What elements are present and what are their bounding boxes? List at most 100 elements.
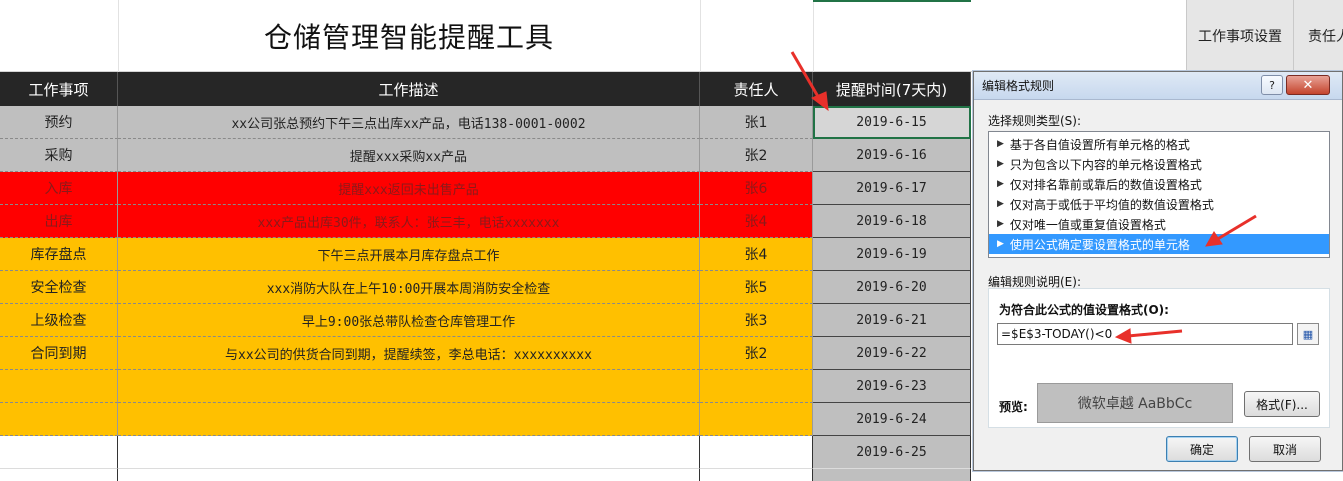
- table-row: 2019-6-24: [0, 403, 971, 436]
- cell-description[interactable]: [118, 370, 700, 403]
- cell-item[interactable]: 出库: [0, 205, 118, 238]
- cell-date[interactable]: 2019-6-25: [813, 436, 971, 469]
- preview-label: 预览:: [999, 400, 1028, 414]
- cell-description[interactable]: 下午三点开展本月库存盘点工作: [118, 238, 700, 271]
- triangle-right-icon: ▶: [997, 239, 1004, 249]
- preview-box: 微软卓越 AaBbCc: [1037, 383, 1233, 423]
- selected-column-indicator: [813, 0, 971, 2]
- cell-date[interactable]: 2019-6-22: [813, 337, 971, 370]
- cell-item[interactable]: [0, 436, 118, 469]
- cell-item[interactable]: 合同到期: [0, 337, 118, 370]
- cell-owner[interactable]: [700, 436, 813, 469]
- rule-type-label: 基于各自值设置所有单元格的格式: [1009, 137, 1190, 152]
- cell-date[interactable]: 2019-6-19: [813, 238, 971, 271]
- table-row: 预约 xx公司张总预约下午三点出库xx产品，电话138-0001-0002 张1 20…: [0, 106, 971, 139]
- cell-item[interactable]: [0, 403, 118, 436]
- rule-type-label: 仅对唯一值或重复值设置格式: [1009, 217, 1166, 232]
- cell-date[interactable]: 2019-6-18: [813, 205, 971, 238]
- cell-date[interactable]: 2019-6-24: [813, 403, 971, 436]
- cell-description[interactable]: [118, 403, 700, 436]
- cell-description[interactable]: [118, 436, 700, 469]
- ok-button[interactable]: 确定: [1166, 436, 1238, 462]
- cell-owner[interactable]: 张2: [700, 139, 813, 172]
- rule-type-item[interactable]: ▶ 只为包含以下内容的单元格设置格式: [989, 154, 1329, 174]
- cancel-button[interactable]: 取消: [1249, 436, 1321, 462]
- cell-owner[interactable]: [700, 370, 813, 403]
- range-select-icon[interactable]: ▦: [1297, 323, 1319, 345]
- rule-type-item[interactable]: ▶ 基于各自值设置所有单元格的格式: [989, 134, 1329, 154]
- sheet-title[interactable]: 仓储管理智能提醒工具: [118, 0, 700, 72]
- side-header-task-settings[interactable]: 工作事项设置: [1186, 0, 1293, 72]
- cell-item[interactable]: 上级检查: [0, 304, 118, 337]
- cell-description[interactable]: [118, 469, 700, 481]
- table-row: 上级检查 早上9:00张总带队检查仓库管理工作 张3 2019-6-21: [0, 304, 971, 337]
- formula-label: 为符合此公式的值设置格式(O):: [999, 303, 1169, 317]
- rule-type-label: 仅对排名靠前或靠后的数值设置格式: [1009, 177, 1202, 192]
- table-header: 工作事项 工作描述 责任人 提醒时间(7天内): [0, 72, 971, 106]
- cell-date[interactable]: 2019-6-20: [813, 271, 971, 304]
- cell-item[interactable]: [0, 370, 118, 403]
- cell-owner[interactable]: 张2: [700, 337, 813, 370]
- cell-description[interactable]: 与xx公司的供货合同到期，提醒续签，李总电话：xxxxxxxxxx: [118, 337, 700, 370]
- triangle-right-icon: ▶: [997, 219, 1004, 229]
- cell-description[interactable]: xxx产品出库30件，联系人：张三丰，电话xxxxxxx: [118, 205, 700, 238]
- header-item[interactable]: 工作事项: [0, 72, 118, 106]
- cell-item[interactable]: 安全检查: [0, 271, 118, 304]
- cell-item[interactable]: 采购: [0, 139, 118, 172]
- edit-format-rule-dialog: 编辑格式规则 ? ✕ 选择规则类型(S): ▶ 基于各自值设置所有单元格的格式 ▶ 只…: [973, 71, 1343, 471]
- rule-type-label: 仅对高于或低于平均值的数值设置格式: [1009, 197, 1214, 212]
- cell-description[interactable]: xx公司张总预约下午三点出库xx产品，电话138-0001-0002: [118, 106, 700, 139]
- rule-type-list[interactable]: ▶ 基于各自值设置所有单元格的格式 ▶ 只为包含以下内容的单元格设置格式 ▶ 仅对排名靠前…: [988, 131, 1330, 258]
- cell-description[interactable]: 早上9:00张总带队检查仓库管理工作: [118, 304, 700, 337]
- formula-input[interactable]: =$E$3-TODAY()<0: [997, 323, 1293, 345]
- header-reminder-date[interactable]: 提醒时间(7天内): [813, 72, 971, 106]
- dialog-title: 编辑格式规则: [982, 79, 1055, 93]
- cell-description[interactable]: 提醒xxx采购xx产品: [118, 139, 700, 172]
- triangle-right-icon: ▶: [997, 139, 1004, 149]
- triangle-right-icon: ▶: [997, 199, 1004, 209]
- table-body: 预约 xx公司张总预约下午三点出库xx产品，电话138-0001-0002 张1 20…: [0, 106, 971, 481]
- close-button[interactable]: ✕: [1286, 75, 1330, 95]
- cell-description[interactable]: xxx消防大队在上午10:00开展本周消防安全检查: [118, 271, 700, 304]
- cell-owner[interactable]: [700, 403, 813, 436]
- table-row: 库存盘点 下午三点开展本月库存盘点工作 张4 2019-6-19: [0, 238, 971, 271]
- rule-description-panel: 为符合此公式的值设置格式(O): =$E$3-TODAY()<0 ▦ 预览: 微…: [988, 288, 1330, 428]
- header-description[interactable]: 工作描述: [118, 72, 700, 106]
- rule-type-item[interactable]: ▶ 仅对排名靠前或靠后的数值设置格式: [989, 174, 1329, 194]
- cell-item[interactable]: [0, 469, 118, 481]
- title-row: 仓储管理智能提醒工具: [0, 0, 972, 72]
- table-row: [0, 469, 971, 481]
- side-header-owner[interactable]: 责任人: [1293, 0, 1343, 72]
- cell-date[interactable]: 2019-6-17: [813, 172, 971, 205]
- format-button[interactable]: 格式(F)...: [1244, 391, 1320, 417]
- cell-owner[interactable]: 张3: [700, 304, 813, 337]
- cell-item[interactable]: 库存盘点: [0, 238, 118, 271]
- table-row: 2019-6-23: [0, 370, 971, 403]
- cell-owner[interactable]: [700, 469, 813, 481]
- cell-date[interactable]: 2019-6-21: [813, 304, 971, 337]
- rule-type-item[interactable]: ▶ 仅对唯一值或重复值设置格式: [989, 214, 1329, 234]
- cell-owner[interactable]: 张4: [700, 205, 813, 238]
- cell-owner[interactable]: 张6: [700, 172, 813, 205]
- cell-description[interactable]: 提醒xxx返回未出售产品: [118, 172, 700, 205]
- cell-item[interactable]: 预约: [0, 106, 118, 139]
- cell-date[interactable]: 2019-6-16: [813, 139, 971, 172]
- cell-owner[interactable]: 张1: [700, 106, 813, 139]
- cell-date[interactable]: 2019-6-23: [813, 370, 971, 403]
- header-owner[interactable]: 责任人: [700, 72, 813, 106]
- select-rule-type-label: 选择规则类型(S):: [988, 114, 1082, 128]
- table-row: 合同到期 与xx公司的供货合同到期，提醒续签，李总电话：xxxxxxxxxx 张2 2…: [0, 337, 971, 370]
- rule-type-item[interactable]: ▶ 仅对高于或低于平均值的数值设置格式: [989, 194, 1329, 214]
- triangle-right-icon: ▶: [997, 179, 1004, 189]
- cell-owner[interactable]: 张5: [700, 271, 813, 304]
- triangle-right-icon: ▶: [997, 159, 1004, 169]
- cell-date[interactable]: [813, 469, 971, 481]
- cell-item[interactable]: 入库: [0, 172, 118, 205]
- help-button[interactable]: ?: [1261, 75, 1283, 95]
- table-row: 出库 xxx产品出库30件，联系人：张三丰，电话xxxxxxx 张4 2019-6-1…: [0, 205, 971, 238]
- cell-date[interactable]: 2019-6-15: [813, 106, 971, 139]
- rule-type-item[interactable]: ▶ 使用公式确定要设置格式的单元格: [989, 234, 1329, 254]
- cell-owner[interactable]: 张4: [700, 238, 813, 271]
- dialog-titlebar[interactable]: 编辑格式规则 ? ✕: [974, 72, 1342, 100]
- table-row: 2019-6-25: [0, 436, 971, 469]
